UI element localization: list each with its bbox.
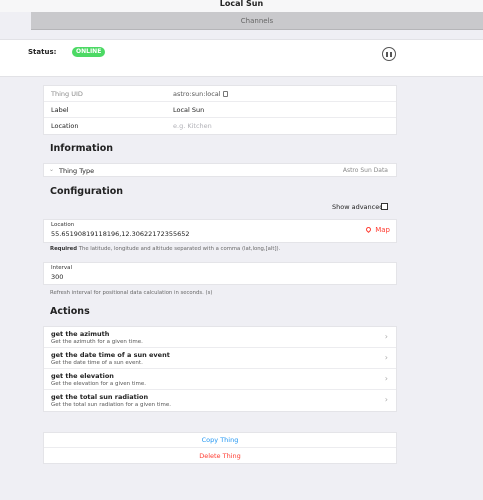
interval-field-value[interactable]: 300 — [51, 273, 63, 281]
map-button-label: Map — [375, 226, 390, 234]
tab-channels-label: Channels — [240, 16, 274, 25]
thing-uid-value: astro:sun:local — [173, 90, 228, 98]
action-title: get the date time of a sun event — [51, 351, 170, 359]
thing-type-label: Thing Type — [59, 167, 95, 175]
action-desc: Get the date time of a sun event. — [51, 360, 143, 366]
page-title: Local Sun — [0, 0, 483, 12]
copy-thing-button[interactable]: Copy Thing — [44, 433, 396, 448]
show-advanced-label: Show advanced — [332, 203, 384, 211]
tab-channels[interactable]: Channels — [31, 12, 483, 30]
location-hint-text: The latitude, longitude and altitude sep… — [78, 246, 281, 252]
action-title: get the azimuth — [51, 330, 110, 338]
actions-title: Actions — [50, 306, 90, 317]
label-row[interactable]: Label Local Sun — [44, 102, 396, 118]
pause-icon-bar-right — [390, 51, 392, 57]
location-label: Location — [51, 122, 79, 130]
thing-type-value: Astro Sun Data — [342, 167, 388, 174]
location-row[interactable]: Location e.g. Kitchen — [44, 118, 396, 134]
action-get-total-radiation[interactable]: get the total sun radiation Get the tota… — [44, 390, 396, 411]
delete-thing-button[interactable]: Delete Thing — [44, 448, 396, 463]
action-desc: Get the azimuth for a given time. — [51, 339, 143, 345]
thing-uid-text: astro:sun:local — [173, 90, 221, 98]
action-get-event-time[interactable]: get the date time of a sun event Get the… — [44, 348, 396, 369]
interval-hint: Refresh interval for positional data cal… — [50, 290, 213, 296]
chevron-right-icon: › — [384, 374, 388, 383]
action-desc: Get the total sun radiation for a given … — [51, 402, 172, 408]
location-field-label: Location — [51, 222, 75, 228]
pause-icon-bar-left — [386, 51, 388, 57]
action-desc: Get the elevation for a given time. — [51, 381, 147, 387]
required-label: Required — [50, 246, 78, 252]
thing-type-accordion[interactable]: ⌄ Thing Type Astro Sun Data — [43, 163, 397, 177]
show-advanced-checkbox[interactable] — [381, 203, 388, 210]
chevron-down-icon: ⌄ — [49, 166, 55, 173]
pause-button[interactable] — [382, 47, 396, 61]
status-card: Status: ONLINE — [0, 39, 483, 77]
copy-icon[interactable] — [222, 91, 228, 97]
chevron-right-icon: › — [384, 395, 388, 404]
action-title: get the total sun radiation — [51, 393, 149, 401]
interval-field-label: Interval — [51, 265, 73, 271]
location-field[interactable]: Location 55.65190819118196,12.3062217235… — [43, 219, 397, 243]
thing-uid-label: Thing UID — [51, 90, 83, 98]
interval-field[interactable]: Interval 300 — [43, 262, 397, 285]
action-get-elevation[interactable]: get the elevation Get the elevation for … — [44, 369, 396, 390]
thing-uid-row: Thing UID astro:sun:local — [44, 86, 396, 102]
chevron-right-icon: › — [384, 332, 388, 341]
map-button[interactable]: Map — [365, 225, 390, 234]
label-input[interactable]: Local Sun — [173, 106, 204, 114]
location-field-value[interactable]: 55.65190819118196,12.30622172355652 — [51, 230, 190, 238]
location-hint: Required The latitude, longitude and alt… — [50, 246, 280, 252]
properties-card: Thing UID astro:sun:local Label Local Su… — [43, 85, 397, 135]
information-title: Information — [50, 143, 114, 154]
actions-list: get the azimuth Get the azimuth for a gi… — [43, 326, 397, 412]
status-label: Status: — [28, 48, 57, 56]
action-get-azimuth[interactable]: get the azimuth Get the azimuth for a gi… — [44, 327, 396, 348]
label-label: Label — [51, 106, 69, 114]
action-title: get the elevation — [51, 372, 114, 380]
thing-actions-card: Copy Thing Delete Thing — [43, 432, 397, 464]
status-badge: ONLINE — [72, 47, 106, 57]
chevron-right-icon: › — [384, 353, 388, 362]
location-input[interactable]: e.g. Kitchen — [173, 122, 212, 130]
map-pin-icon — [365, 225, 373, 234]
configuration-title: Configuration — [50, 186, 124, 197]
